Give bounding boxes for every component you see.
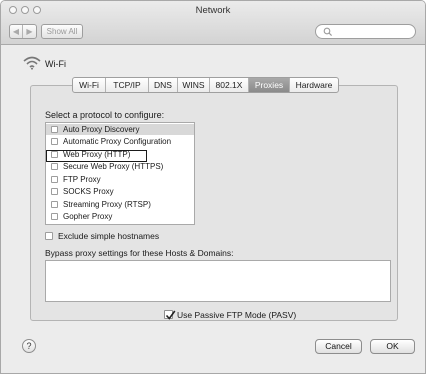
search-field[interactable] <box>315 24 416 39</box>
protocol-row[interactable]: SOCKS Proxy <box>46 186 194 197</box>
protocol-checkbox[interactable] <box>51 151 58 158</box>
protocol-checkbox[interactable] <box>51 163 58 170</box>
passive-ftp-label: Use Passive FTP Mode (PASV) <box>177 310 297 320</box>
checkmark-icon <box>165 310 176 320</box>
tab-wifi[interactable]: Wi-Fi <box>73 78 106 92</box>
passive-ftp-checkbox[interactable] <box>164 310 176 320</box>
ok-button[interactable]: OK <box>370 339 415 354</box>
back-button[interactable]: ◀ <box>10 25 23 38</box>
bypass-hosts-field[interactable] <box>45 260 391 302</box>
tab-dns[interactable]: DNS <box>149 78 178 92</box>
protocol-label: FTP Proxy <box>63 175 101 184</box>
protocol-checkbox[interactable] <box>51 213 58 220</box>
protocol-row[interactable]: Gopher Proxy <box>46 211 194 222</box>
forward-button[interactable]: ▶ <box>23 25 36 38</box>
tab-bar: Wi-Fi TCP/IP DNS WINS 802.1X Proxies Har… <box>72 77 339 93</box>
protocol-label: Web Proxy (HTTP) <box>63 150 131 159</box>
protocol-label: Gopher Proxy <box>63 212 113 221</box>
bypass-label: Bypass proxy settings for these Hosts & … <box>45 248 234 258</box>
protocol-row[interactable]: Auto Proxy Discovery <box>46 124 194 135</box>
cancel-button[interactable]: Cancel <box>315 339 362 354</box>
show-all-button[interactable]: Show All <box>41 24 83 39</box>
protocol-checkbox[interactable] <box>51 176 58 183</box>
protocol-checkbox[interactable] <box>51 188 58 195</box>
wifi-icon <box>23 56 41 70</box>
protocol-row[interactable]: Secure Web Proxy (HTTPS) <box>46 161 194 172</box>
tab-proxies[interactable]: Proxies <box>249 78 290 92</box>
exclude-simple-hostnames-checkbox[interactable] <box>45 232 53 240</box>
protocol-prompt: Select a protocol to configure: <box>45 110 165 120</box>
protocol-label: Streaming Proxy (RTSP) <box>63 200 151 209</box>
protocol-checkbox[interactable] <box>51 126 58 133</box>
tab-tcpip[interactable]: TCP/IP <box>106 78 149 92</box>
network-preferences-window: Network ◀ ▶ Show All Wi-Fi Wi-Fi TCP/IP … <box>0 0 426 374</box>
search-icon <box>323 27 333 37</box>
protocol-label: SOCKS Proxy <box>63 187 114 196</box>
help-button[interactable]: ? <box>22 339 36 353</box>
service-name: Wi-Fi <box>45 59 66 69</box>
titlebar: Network ◀ ▶ Show All <box>1 1 425 45</box>
protocol-label: Automatic Proxy Configuration <box>63 137 172 146</box>
protocol-label: Secure Web Proxy (HTTPS) <box>63 162 164 171</box>
tab-hardware[interactable]: Hardware <box>290 78 338 92</box>
protocol-row[interactable]: FTP Proxy <box>46 174 194 185</box>
protocol-label: Auto Proxy Discovery <box>63 125 140 134</box>
tab-wins[interactable]: WINS <box>178 78 210 92</box>
exclude-simple-hostnames-label: Exclude simple hostnames <box>58 231 160 241</box>
tab-8021x[interactable]: 802.1X <box>210 78 249 92</box>
protocol-list[interactable]: Auto Proxy Discovery Automatic Proxy Con… <box>45 122 195 225</box>
back-forward-control: ◀ ▶ <box>9 24 37 39</box>
protocol-row[interactable]: Automatic Proxy Configuration <box>46 136 194 147</box>
protocol-row[interactable]: Streaming Proxy (RTSP) <box>46 199 194 210</box>
window-title: Network <box>195 5 231 16</box>
protocol-checkbox[interactable] <box>51 138 58 145</box>
protocol-checkbox[interactable] <box>51 201 58 208</box>
protocol-row[interactable]: Web Proxy (HTTP) <box>46 149 194 160</box>
